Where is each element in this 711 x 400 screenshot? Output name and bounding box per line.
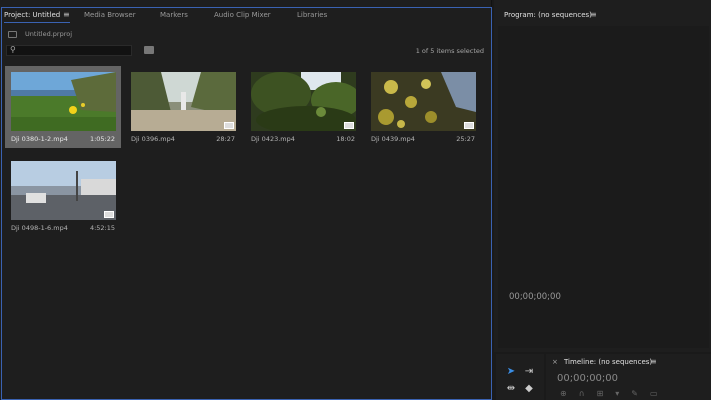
- timeline-timecode[interactable]: 00;00;00;00: [557, 373, 618, 384]
- program-monitor: Program: (no sequences) ≡ 00;00;00;00: [494, 0, 711, 352]
- snap-icon[interactable]: ∩: [579, 389, 585, 398]
- timeline-toolbar: ⊕ ∩ ⊞ ▾ ✎ ▭: [560, 389, 658, 398]
- tab-project[interactable]: Project: Untitled: [4, 11, 60, 19]
- program-monitor-title: Program: (no sequences): [504, 11, 592, 19]
- clip-duration: 18:02: [336, 135, 355, 143]
- clip-type-icon: [224, 122, 234, 129]
- new-bin-icon[interactable]: [144, 46, 154, 54]
- search-icon: ⚲: [10, 45, 16, 54]
- search-input[interactable]: ⚲: [6, 45, 132, 56]
- clip-thumbnail: [11, 161, 116, 220]
- clip-type-icon: [344, 122, 354, 129]
- tab-libraries[interactable]: Libraries: [297, 11, 327, 19]
- program-timecode[interactable]: 00;00;00;00: [509, 292, 561, 302]
- project-path: Untitled.prproj: [8, 30, 72, 38]
- project-file-name: Untitled.prproj: [25, 30, 73, 38]
- clip-name: Dji 0498-1-6.mp4: [11, 224, 68, 232]
- clip-thumbnail: [131, 72, 236, 131]
- tab-markers[interactable]: Markers: [160, 11, 188, 19]
- nest-icon[interactable]: ⊕: [560, 389, 567, 398]
- wrench-icon[interactable]: ✎: [631, 389, 638, 398]
- linked-selection-icon[interactable]: ⊞: [597, 389, 604, 398]
- selection-tool-icon[interactable]: ➤: [505, 366, 517, 378]
- clip-name: Dji 0439.mp4: [371, 135, 415, 143]
- tab-audio-clip-mixer[interactable]: Audio Clip Mixer: [214, 11, 271, 19]
- clip-name: Dji 0423.mp4: [251, 135, 295, 143]
- clip-thumbnail: [371, 72, 476, 131]
- selection-count: 1 of 5 items selected: [415, 47, 484, 55]
- clip-item[interactable]: Dji 0396.mp4 28:27: [125, 66, 241, 148]
- clip-thumbnail: [11, 72, 116, 131]
- bin-icon: [8, 30, 17, 38]
- clip-item[interactable]: Dji 0423.mp4 18:02: [245, 66, 361, 148]
- program-menu-icon[interactable]: ≡: [590, 10, 597, 19]
- clip-duration: 28:27: [216, 135, 235, 143]
- project-panel: Project: Untitled ≡ Media Browser Marker…: [0, 0, 492, 400]
- clip-item[interactable]: Dji 0498-1-6.mp4 4:52:15: [5, 155, 121, 237]
- captions-icon[interactable]: ▭: [650, 389, 658, 398]
- clip-duration: 25:27: [456, 135, 475, 143]
- panel-menu-icon[interactable]: ≡: [63, 10, 70, 19]
- track-select-tool-icon[interactable]: ⇥: [523, 366, 535, 378]
- clip-duration: 4:52:15: [89, 224, 115, 232]
- clip-type-icon: [464, 122, 474, 129]
- ripple-edit-tool-icon[interactable]: ⇹: [505, 383, 517, 395]
- close-icon[interactable]: ×: [552, 358, 558, 366]
- clip-name: Dji 0396.mp4: [131, 135, 175, 143]
- clip-item[interactable]: Dji 0439.mp4 25:27: [365, 66, 481, 148]
- razor-tool-icon[interactable]: ◆: [523, 383, 535, 395]
- timeline-title: Timeline: (no sequences): [564, 358, 653, 366]
- tools-panel: ➤ ⇥ ⇹ ◆: [496, 354, 544, 400]
- clip-thumbnail: [251, 72, 356, 131]
- active-tab-underline: [4, 22, 70, 23]
- tab-media-browser[interactable]: Media Browser: [84, 11, 136, 19]
- timeline-menu-icon[interactable]: ≡: [650, 357, 657, 366]
- clip-duration: 1:05:22: [89, 135, 115, 143]
- project-tabs: Project: Untitled ≡ Media Browser Marker…: [0, 7, 492, 25]
- timeline-panel: × Timeline: (no sequences) ≡ 00;00;00;00…: [546, 354, 711, 400]
- clip-name: Dji 0380-1-2.mp4: [11, 135, 68, 143]
- clip-item[interactable]: Dji 0380-1-2.mp4 1:05:22: [5, 66, 121, 148]
- clip-type-icon: [104, 211, 114, 218]
- marker-icon[interactable]: ▾: [615, 389, 619, 398]
